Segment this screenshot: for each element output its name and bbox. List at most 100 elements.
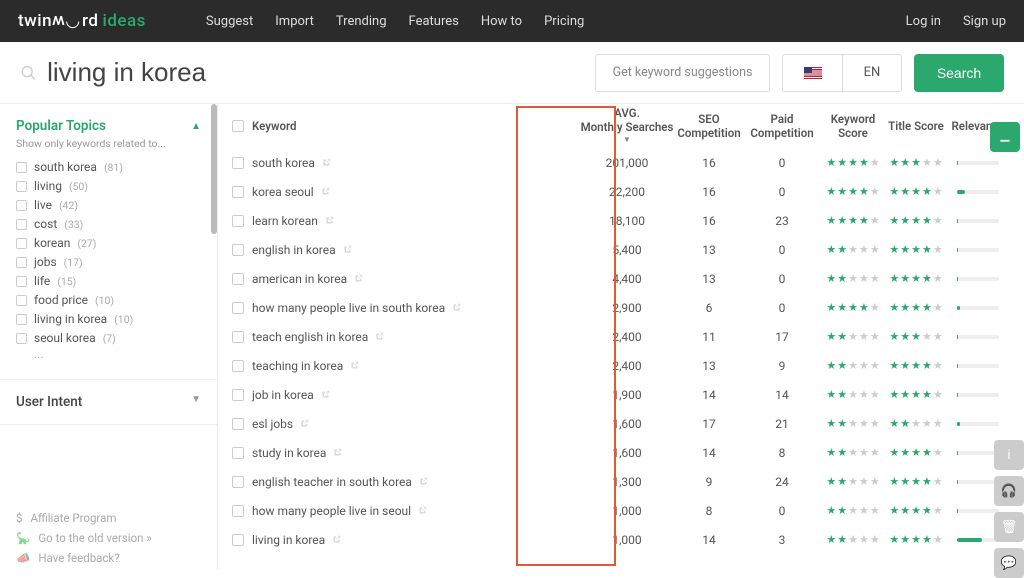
header-keyword-score[interactable]: Keyword Score xyxy=(820,112,886,140)
external-link-icon[interactable] xyxy=(321,187,330,196)
external-link-icon[interactable] xyxy=(300,419,309,428)
download-button[interactable] xyxy=(990,122,1020,152)
info-button[interactable]: i xyxy=(994,440,1024,470)
header-title-score[interactable]: Title Score xyxy=(886,119,946,133)
select-all-checkbox[interactable] xyxy=(232,120,244,132)
avg-searches: 1,000 xyxy=(580,504,674,518)
topic-item[interactable]: south korea (81) xyxy=(16,160,201,174)
language-select[interactable]: EN xyxy=(842,54,902,92)
external-link-icon[interactable] xyxy=(322,158,331,167)
external-link-icon[interactable] xyxy=(418,506,427,515)
checkbox[interactable] xyxy=(16,257,27,268)
nav-suggest[interactable]: Suggest xyxy=(206,14,253,29)
user-intent-toggle[interactable]: User Intent▼ xyxy=(0,379,217,425)
affiliate-link[interactable]: $Affiliate Program xyxy=(16,511,201,525)
external-link-icon[interactable] xyxy=(354,274,363,283)
topic-item[interactable]: living (50) xyxy=(16,179,201,193)
header-paid[interactable]: Paid Competition xyxy=(744,112,820,140)
table-row[interactable]: esl jobs1,6001721★★★★★★★★★★ xyxy=(218,409,1024,438)
external-link-icon[interactable] xyxy=(452,303,461,312)
topic-item[interactable]: korean (27) xyxy=(16,236,201,250)
row-checkbox[interactable] xyxy=(232,534,244,546)
signup-link[interactable]: Sign up xyxy=(963,14,1006,29)
table-row[interactable]: job in korea1,9001414★★★★★★★★★★ xyxy=(218,380,1024,409)
row-checkbox[interactable] xyxy=(232,244,244,256)
checkbox[interactable] xyxy=(16,276,27,287)
row-checkbox[interactable] xyxy=(232,360,244,372)
checkbox[interactable] xyxy=(16,181,27,192)
topic-item[interactable]: live (42) xyxy=(16,198,201,212)
row-checkbox[interactable] xyxy=(232,447,244,459)
topic-item[interactable]: jobs (17) xyxy=(16,255,201,269)
seo-competition: 6 xyxy=(674,301,744,315)
login-link[interactable]: Log in xyxy=(906,14,941,29)
table-row[interactable]: korea seoul22,200160★★★★★★★★★★ xyxy=(218,177,1024,206)
star-icon: ★ xyxy=(933,156,943,169)
external-link-icon[interactable] xyxy=(321,390,330,399)
row-checkbox[interactable] xyxy=(232,215,244,227)
row-checkbox[interactable] xyxy=(232,186,244,198)
popular-topics-toggle[interactable]: Popular Topics▲ xyxy=(16,118,201,134)
country-select[interactable] xyxy=(782,54,842,92)
external-link-icon[interactable] xyxy=(343,245,352,254)
chat-button[interactable]: 💬 xyxy=(994,548,1024,578)
header-avg[interactable]: AVG.Monthly Searches▼ xyxy=(580,107,674,144)
row-checkbox[interactable] xyxy=(232,157,244,169)
topic-item[interactable]: living in korea (10) xyxy=(16,312,201,326)
old-version-link[interactable]: 🦕Go to the old version » xyxy=(16,531,201,545)
star-icon: ★ xyxy=(889,417,899,430)
topic-item[interactable]: cost (33) xyxy=(16,217,201,231)
support-button[interactable]: 🎧 xyxy=(994,476,1024,506)
checkbox[interactable] xyxy=(16,295,27,306)
search-input[interactable] xyxy=(47,57,583,88)
header-seo[interactable]: SEO Competition xyxy=(674,112,744,140)
nav-import[interactable]: Import xyxy=(275,14,314,29)
row-checkbox[interactable] xyxy=(232,389,244,401)
row-checkbox[interactable] xyxy=(232,331,244,343)
table-row[interactable]: english teacher in south korea1,300924★★… xyxy=(218,467,1024,496)
table-row[interactable]: teaching in korea2,400139★★★★★★★★★★ xyxy=(218,351,1024,380)
table-row[interactable]: teach english in korea2,4001117★★★★★★★★★… xyxy=(218,322,1024,351)
avg-searches: 201,000 xyxy=(580,156,674,170)
nav-trending[interactable]: Trending xyxy=(336,14,387,29)
search-button[interactable]: Search xyxy=(914,54,1004,92)
table-row[interactable]: english in korea5,400130★★★★★★★★★★ xyxy=(218,235,1024,264)
checkbox[interactable] xyxy=(16,162,27,173)
keyword-suggestions-button[interactable]: Get keyword suggestions xyxy=(595,54,770,92)
table-row[interactable]: living in korea1,000143★★★★★★★★★★ xyxy=(218,525,1024,554)
table-row[interactable]: american in korea4,400130★★★★★★★★★★ xyxy=(218,264,1024,293)
checkbox[interactable] xyxy=(16,314,27,325)
checkbox[interactable] xyxy=(16,333,27,344)
table-row[interactable]: how many people live in seoul1,00080★★★★… xyxy=(218,496,1024,525)
nav-pricing[interactable]: Pricing xyxy=(544,14,584,29)
feedback-link[interactable]: 📣Have feedback? xyxy=(16,551,201,565)
row-checkbox[interactable] xyxy=(232,505,244,517)
row-checkbox[interactable] xyxy=(232,476,244,488)
external-link-icon[interactable] xyxy=(333,448,342,457)
checkbox[interactable] xyxy=(16,219,27,230)
header-keyword[interactable]: Keyword xyxy=(252,119,580,133)
external-link-icon[interactable] xyxy=(419,477,428,486)
scrollbar-thumb[interactable] xyxy=(211,104,217,234)
logo[interactable]: twinw◡rdideas xyxy=(18,11,146,31)
row-checkbox[interactable] xyxy=(232,418,244,430)
row-checkbox[interactable] xyxy=(232,302,244,314)
checkbox[interactable] xyxy=(16,238,27,249)
row-checkbox[interactable] xyxy=(232,273,244,285)
nav-howto[interactable]: How to xyxy=(481,14,522,29)
external-link-icon[interactable] xyxy=(325,216,334,225)
nav-features[interactable]: Features xyxy=(409,14,459,29)
topic-item[interactable]: food price (10) xyxy=(16,293,201,307)
trash-button[interactable]: 🗑 xyxy=(994,512,1024,542)
table-row[interactable]: how many people live in south korea2,900… xyxy=(218,293,1024,322)
external-link-icon[interactable] xyxy=(375,332,384,341)
table-row[interactable]: study in korea1,600148★★★★★★★★★★ xyxy=(218,438,1024,467)
external-link-icon[interactable] xyxy=(350,361,359,370)
table-row[interactable]: south korea201,000160★★★★★★★★★★ xyxy=(218,148,1024,177)
external-link-icon[interactable] xyxy=(332,535,341,544)
topic-item[interactable]: seoul korea (7) xyxy=(16,331,201,345)
table-row[interactable]: learn korean18,1001623★★★★★★★★★★ xyxy=(218,206,1024,235)
topic-item[interactable]: life (15) xyxy=(16,274,201,288)
checkbox[interactable] xyxy=(16,200,27,211)
topics-more[interactable]: ... xyxy=(34,347,201,361)
